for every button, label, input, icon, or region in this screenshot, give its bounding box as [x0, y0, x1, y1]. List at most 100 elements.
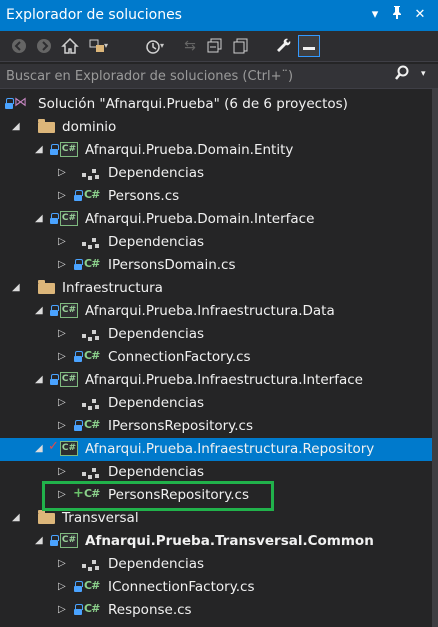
expand-closed-icon[interactable]: ▷: [58, 558, 68, 570]
expand-open-icon[interactable]: ◢: [12, 282, 22, 294]
tree-item-project-infra-data[interactable]: ◢ C# Afnarqui.Prueba.Infraestructura.Dat…: [0, 300, 438, 323]
file-label: IPersonsRepository.cs: [108, 418, 253, 434]
tree-item-dependencies[interactable]: ▷ Dependencias: [0, 392, 438, 415]
switch-views-icon[interactable]: ▾: [86, 35, 108, 57]
expand-closed-icon[interactable]: ▷: [58, 397, 68, 409]
project-label: Afnarqui.Prueba.Infraestructura.Reposito…: [85, 441, 375, 457]
solution-explorer-toolbar: ▾ ▾ ⇆: [0, 31, 438, 62]
csharp-file-icon: C#: [84, 349, 100, 362]
home-icon[interactable]: [59, 35, 81, 57]
lock-icon: [50, 374, 59, 385]
expand-closed-icon[interactable]: ▷: [58, 581, 68, 593]
switch-views-dropdown-icon[interactable]: ▾: [104, 35, 108, 57]
tree-item-folder-dominio[interactable]: ◢ dominio: [0, 116, 438, 139]
close-icon[interactable]: ✕: [410, 5, 430, 25]
lock-icon: [74, 190, 83, 201]
expand-closed-icon[interactable]: ▷: [58, 466, 68, 478]
search-bar: ▾: [0, 64, 438, 89]
expand-closed-icon[interactable]: ▷: [58, 351, 68, 363]
dependencies-icon: [82, 397, 100, 411]
expand-open-icon[interactable]: ◢: [35, 374, 45, 386]
expand-open-icon[interactable]: ◢: [35, 144, 45, 156]
lock-icon: [74, 581, 83, 592]
tree-item-file-ipersons-domain[interactable]: ▷ C# IPersonsDomain.cs: [0, 254, 438, 277]
window-options-dropdown-icon[interactable]: ▾: [365, 5, 385, 25]
tree-item-file-iconnection-factory[interactable]: ▷ C# IConnectionFactory.cs: [0, 576, 438, 599]
preview-selected-items-icon[interactable]: [298, 35, 320, 57]
window-title: Explorador de soluciones: [6, 7, 182, 23]
folder-icon: [38, 119, 55, 133]
expand-closed-icon[interactable]: ▷: [58, 604, 68, 616]
expand-closed-icon[interactable]: ▷: [58, 420, 68, 432]
search-options-dropdown-icon[interactable]: ▾: [421, 69, 426, 79]
back-icon[interactable]: [8, 35, 30, 57]
dependencies-label: Dependencias: [108, 165, 205, 181]
pending-changes-dropdown-icon[interactable]: ▾: [160, 35, 164, 57]
expand-closed-icon[interactable]: ▷: [58, 236, 68, 248]
expand-open-icon[interactable]: ◢: [35, 443, 45, 455]
tree-item-file-connection-factory[interactable]: ▷ C# ConnectionFactory.cs: [0, 346, 438, 369]
csharp-project-icon: C#: [60, 303, 78, 318]
tree-item-project-transversal-common[interactable]: ◢ C# Afnarqui.Prueba.Transversal.Common: [0, 530, 438, 553]
lock-icon: [74, 420, 83, 431]
csharp-project-icon: C#: [60, 372, 78, 387]
tree-item-solution[interactable]: ⋈ Solución "Afnarqui.Prueba" (6 de 6 pro…: [0, 93, 438, 116]
properties-wrench-icon[interactable]: [273, 35, 295, 57]
expand-closed-icon[interactable]: ▷: [58, 259, 68, 271]
dependencies-icon: [82, 328, 100, 342]
pending-changes-filter-icon[interactable]: ▾: [142, 35, 164, 57]
search-input[interactable]: [0, 64, 392, 88]
tree-item-file-ipersons-repository[interactable]: ▷ C# IPersonsRepository.cs: [0, 415, 438, 438]
dependencies-icon: [82, 236, 100, 250]
tree-item-project-infra-repository[interactable]: ◢ ✓ C# Afnarqui.Prueba.Infraestructura.R…: [0, 438, 438, 461]
dependencies-label: Dependencias: [108, 556, 205, 572]
sync-with-active-document-icon[interactable]: ⇆: [179, 35, 201, 57]
pin-icon[interactable]: [387, 5, 407, 25]
dependencies-label: Dependencias: [108, 326, 205, 342]
file-label: IConnectionFactory.cs: [108, 579, 255, 595]
expand-closed-icon[interactable]: ▷: [58, 190, 68, 202]
solution-icon: ⋈: [14, 95, 27, 110]
collapse-all-icon[interactable]: [204, 35, 226, 57]
tree-item-project-infra-interface[interactable]: ◢ C# Afnarqui.Prueba.Infraestructura.Int…: [0, 369, 438, 392]
dependencies-label: Dependencias: [108, 464, 205, 480]
file-label: Response.cs: [108, 602, 192, 618]
tree-item-dependencies[interactable]: ▷ Dependencias: [0, 553, 438, 576]
folder-icon: [38, 280, 55, 294]
csharp-project-icon: C#: [60, 441, 78, 456]
dependencies-label: Dependencias: [108, 234, 205, 250]
tree-item-project-domain-entity[interactable]: ◢ C# Afnarqui.Prueba.Domain.Entity: [0, 139, 438, 162]
project-label: Afnarqui.Prueba.Domain.Entity: [85, 142, 294, 158]
file-label: Persons.cs: [108, 188, 180, 204]
tree-item-dependencies[interactable]: ▷ Dependencias: [0, 162, 438, 185]
tree-item-dependencies[interactable]: ▷ Dependencias: [0, 323, 438, 346]
csharp-file-icon: C#: [84, 579, 100, 592]
lock-icon: [74, 259, 83, 270]
dependencies-icon: [82, 558, 100, 572]
dependencies-icon: [82, 466, 100, 480]
tree-item-file-persons[interactable]: ▷ C# Persons.cs: [0, 185, 438, 208]
csharp-file-icon: C#: [84, 602, 100, 615]
tree-item-project-domain-interface[interactable]: ◢ C# Afnarqui.Prueba.Domain.Interface: [0, 208, 438, 231]
expand-open-icon[interactable]: ◢: [12, 121, 22, 133]
tree-item-file-response[interactable]: ▷ C# Response.cs: [0, 599, 438, 622]
expand-open-icon[interactable]: ◢: [35, 535, 45, 547]
expand-closed-icon[interactable]: ▷: [58, 167, 68, 179]
project-label: Afnarqui.Prueba.Transversal.Common: [85, 533, 374, 549]
tree-item-folder-infraestructura[interactable]: ◢ Infraestructura: [0, 277, 438, 300]
search-icon[interactable]: [394, 65, 410, 87]
show-all-files-icon[interactable]: [230, 35, 252, 57]
lock-icon: [74, 604, 83, 615]
checked-out-icon: ✓: [48, 439, 59, 454]
expand-open-icon[interactable]: ◢: [35, 305, 45, 317]
forward-icon[interactable]: [33, 35, 55, 57]
tree-item-dependencies[interactable]: ▷ Dependencias: [0, 231, 438, 254]
vertical-scrollbar[interactable]: [432, 89, 438, 627]
expand-open-icon[interactable]: ◢: [12, 512, 22, 524]
expand-open-icon[interactable]: ◢: [35, 213, 45, 225]
expand-closed-icon[interactable]: ▷: [58, 328, 68, 340]
folder-icon: [38, 510, 55, 524]
file-label: IPersonsDomain.cs: [108, 257, 236, 273]
lock-icon: [50, 305, 59, 316]
annotation-highlight-box: [42, 481, 274, 511]
